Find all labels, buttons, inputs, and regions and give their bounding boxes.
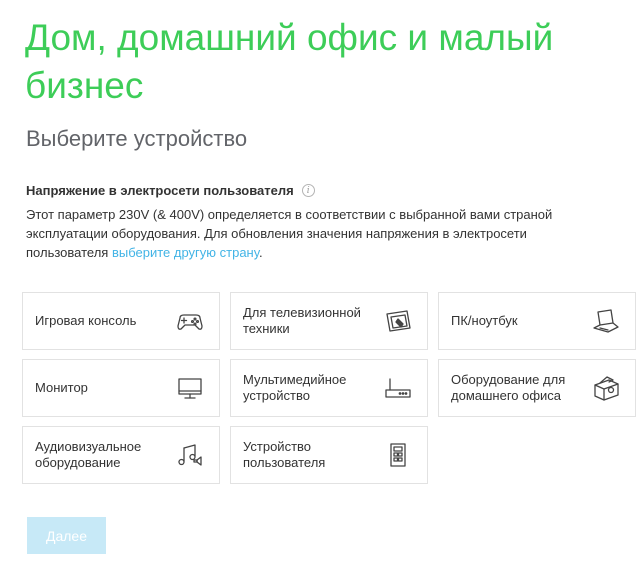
device-tile-audiovisual[interactable]: Аудиовизуальное оборудование (22, 426, 220, 484)
device-tile-game-console[interactable]: Игровая консоль (22, 292, 220, 350)
page-subtitle: Выберите устройство (26, 126, 248, 151)
music-icon (175, 440, 205, 470)
voltage-description: Этот параметр 230V (& 400V) определяется… (26, 205, 596, 262)
device-tile-label: Монитор (35, 380, 88, 395)
voltage-heading-label: Напряжение в электросети пользователя (26, 183, 294, 198)
tv-remote-icon (383, 306, 413, 336)
device-tile-label: Аудиовизуальное оборудование (35, 439, 142, 470)
printer-icon (591, 373, 621, 403)
device-tile-pc-laptop[interactable]: ПК/ноутбук (438, 292, 636, 350)
next-button[interactable]: Далее (27, 517, 106, 554)
device-tile-label: ПК/ноутбук (451, 313, 518, 328)
device-tile-label: Для телевизионной техники (243, 305, 361, 336)
device-tile-tv[interactable]: Для телевизионной техники (230, 292, 428, 350)
device-tile-multimedia[interactable]: Мультимедийное устройство (230, 359, 428, 417)
device-tile-label: Устройство пользователя (243, 439, 326, 470)
device-tile-label: Игровая консоль (35, 313, 137, 328)
router-icon (383, 373, 413, 403)
gamepad-icon (175, 306, 205, 336)
voltage-description-text: Этот параметр 230V (& 400V) определяется… (26, 207, 553, 260)
change-country-link[interactable]: выберите другую страну (112, 245, 259, 260)
laptop-icon (591, 306, 621, 336)
monitor-icon (175, 373, 205, 403)
device-tile-label: Мультимедийное устройство (243, 372, 347, 403)
device-tile-label: Оборудование для домашнего офиса (451, 372, 566, 403)
voltage-description-end: . (258, 245, 263, 260)
info-icon[interactable]: i (301, 184, 315, 198)
device-tile-user-device[interactable]: Устройство пользователя (230, 426, 428, 484)
device-tile-home-office[interactable]: Оборудование для домашнего офиса (438, 359, 636, 417)
page-title: Дом, домашний офис и малый бизнес (25, 17, 554, 106)
voltage-heading: Напряжение в электросети пользователя i (26, 182, 315, 200)
device-tile-monitor[interactable]: Монитор (22, 359, 220, 417)
device-panel-icon (383, 440, 413, 470)
